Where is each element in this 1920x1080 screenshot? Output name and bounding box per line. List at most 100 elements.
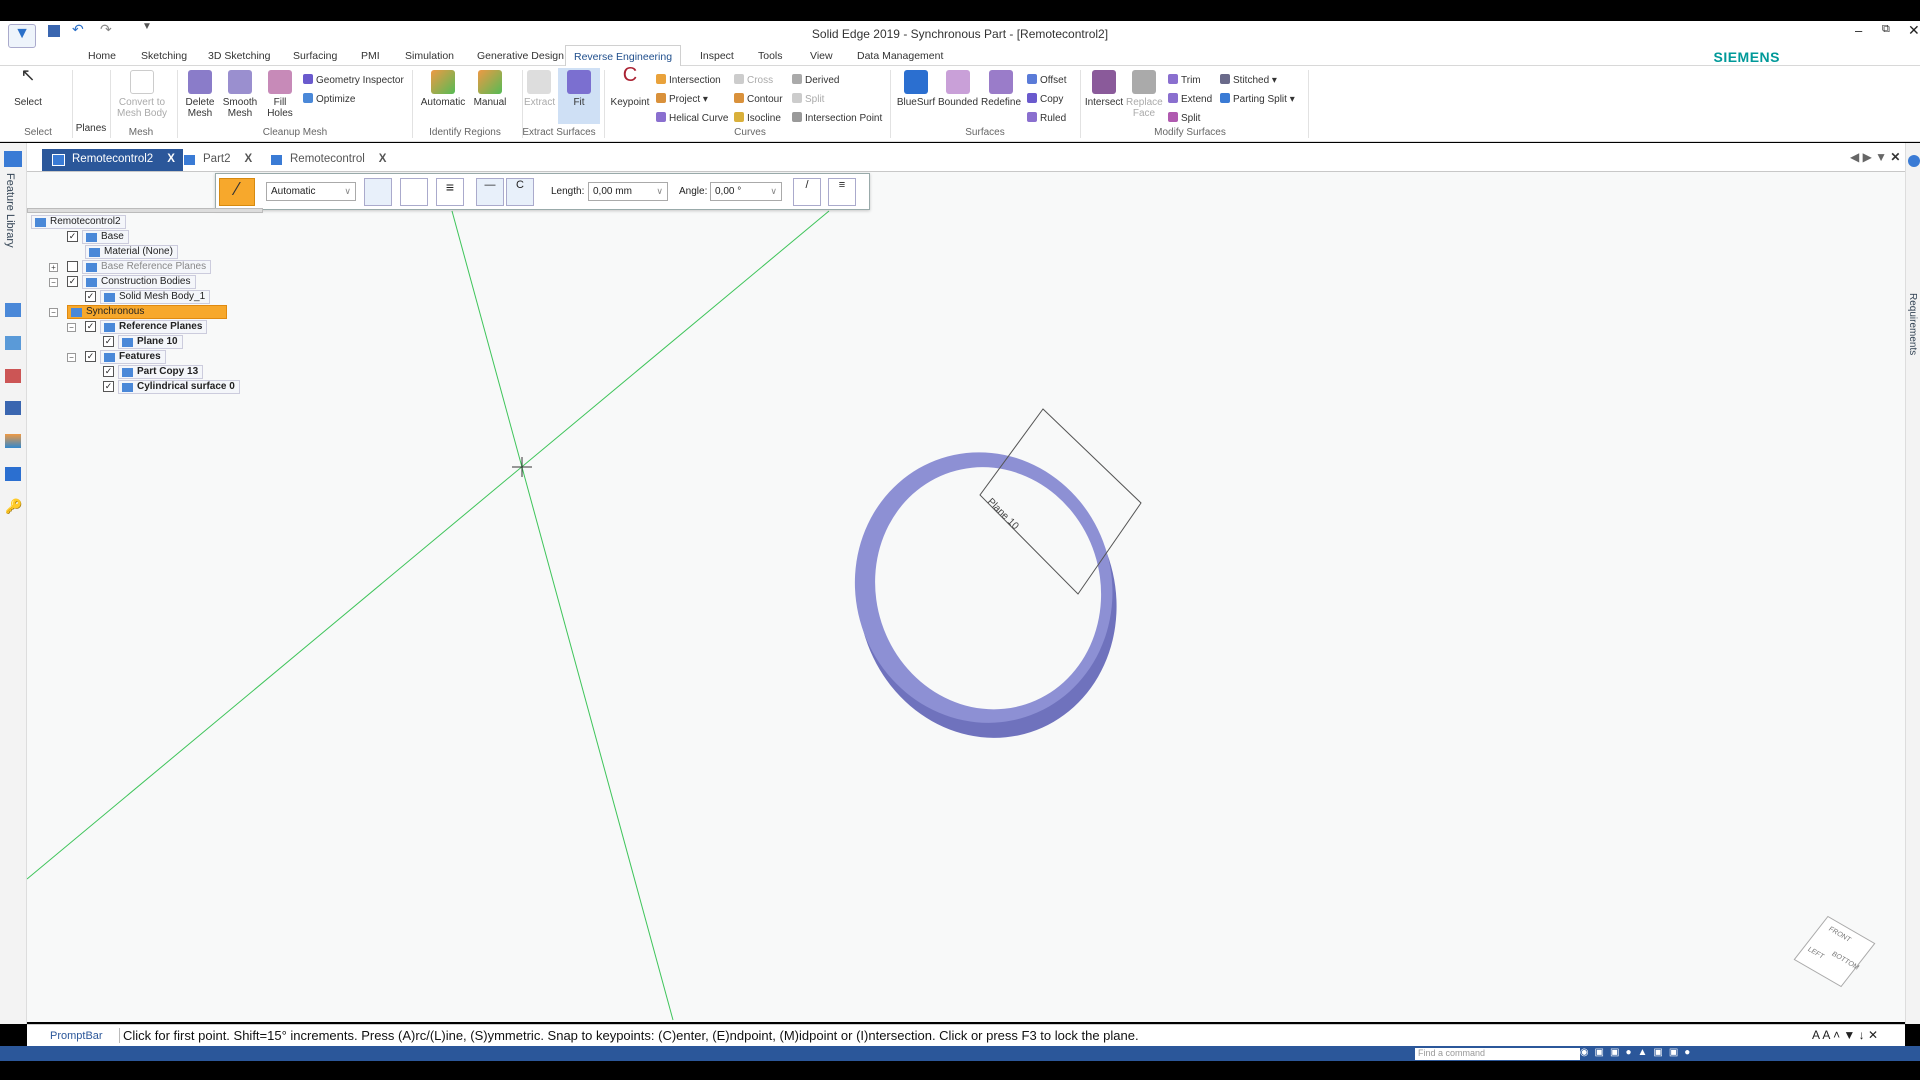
close-window-button[interactable]: ✕ xyxy=(1908,22,1920,39)
requirements-tab[interactable]: Requirements xyxy=(1907,293,1918,355)
planes-button[interactable]: Planes xyxy=(75,110,107,134)
tree-item[interactable]: ✓ Part Copy 13 xyxy=(103,365,204,379)
tab-inspect[interactable]: Inspect xyxy=(692,48,742,66)
tab-home[interactable]: Home xyxy=(80,48,124,66)
tree-item[interactable]: Remotecontrol2 xyxy=(31,215,126,229)
key-icon[interactable]: 🔑 xyxy=(5,498,22,515)
restore-button[interactable]: ⧉ xyxy=(1882,23,1890,36)
color-manager-icon[interactable] xyxy=(5,369,21,383)
tab-3d-sketching[interactable]: 3D Sketching xyxy=(200,48,278,66)
tab-sketching[interactable]: Sketching xyxy=(133,48,195,66)
fit-button[interactable]: Fit xyxy=(558,68,600,124)
visibility-checkbox[interactable]: ✓ xyxy=(67,230,78,242)
tab-view[interactable]: View xyxy=(802,48,841,66)
line-type-button[interactable] xyxy=(400,178,428,206)
convert-mesh-button[interactable]: Convert to Mesh Body xyxy=(112,68,172,119)
tree-item[interactable]: ✓ Base xyxy=(67,230,129,244)
tab-data-management[interactable]: Data Management xyxy=(849,48,951,66)
project-button[interactable]: Project ▾ xyxy=(656,93,708,105)
projection-line-button[interactable]: / xyxy=(793,178,821,206)
doc-tab[interactable]: Part2 X xyxy=(173,149,260,171)
visibility-checkbox[interactable]: ✓ xyxy=(85,350,96,362)
tab-simulation[interactable]: Simulation xyxy=(397,48,462,66)
doc-tab[interactable]: Remotecontrol2 X xyxy=(42,149,183,171)
tree-item[interactable]: ✓ Solid Mesh Body_1 xyxy=(85,290,211,304)
close-tab-icon[interactable]: X xyxy=(379,153,387,165)
sensors-icon[interactable] xyxy=(5,336,21,350)
derived-button[interactable]: Derived xyxy=(792,74,839,86)
pathfinder-icon[interactable] xyxy=(4,151,22,167)
automatic-button[interactable]: Automatic xyxy=(418,68,468,108)
help-icon[interactable] xyxy=(1908,155,1920,167)
pathfinder-splitter[interactable] xyxy=(27,208,263,213)
replace-face-button[interactable]: Replace Face xyxy=(1126,68,1163,119)
cross-button[interactable]: Cross xyxy=(734,74,773,86)
visibility-checkbox[interactable] xyxy=(67,260,78,272)
intersection-button[interactable]: Intersection xyxy=(656,74,721,86)
keypoint-button[interactable]: С Keypoint xyxy=(608,65,652,108)
feature-library-tab[interactable]: Feature Library xyxy=(4,173,16,248)
intersect-button[interactable]: Intersect xyxy=(1084,68,1124,108)
tab-surfacing[interactable]: Surfacing xyxy=(285,48,345,66)
docpane-controls[interactable]: ◀ ▶ ▼ ✕ xyxy=(1850,150,1900,164)
bounded-button[interactable]: Bounded xyxy=(937,68,979,108)
helical-curve-button[interactable]: Helical Curve xyxy=(656,112,728,124)
ruled-button[interactable]: Ruled xyxy=(1027,112,1066,124)
line-width-button[interactable]: ≡ xyxy=(436,178,464,206)
split-surface-button[interactable]: Split xyxy=(1168,112,1200,124)
tab-generative-design[interactable]: Generative Design xyxy=(469,48,572,66)
view-controls-icons[interactable]: ➜▣◉▣▣●▲▣▣● xyxy=(1550,1047,1920,1060)
intersection-point-button[interactable]: Intersection Point xyxy=(792,112,882,124)
mode-dropdown[interactable]: Automatic xyxy=(266,182,356,201)
parting-split-button[interactable]: Parting Split ▾ xyxy=(1220,93,1295,105)
isocline-button[interactable]: Isocline xyxy=(734,112,781,124)
extract-button[interactable]: Extract xyxy=(524,68,555,108)
appearance-icon[interactable] xyxy=(5,434,21,448)
tab-tools[interactable]: Tools xyxy=(750,48,791,66)
angle-input[interactable]: 0,00 ° xyxy=(710,182,782,201)
expand-toggle[interactable]: − xyxy=(67,323,76,332)
arc-mode-button[interactable]: C xyxy=(506,178,534,206)
redefine-button[interactable]: Redefine xyxy=(980,68,1022,108)
tree-item[interactable]: ✓ Features xyxy=(85,350,166,364)
tree-item[interactable]: ✓ Reference Planes xyxy=(85,320,208,334)
tree-item[interactable]: ✓ Cylindrical surface 0 xyxy=(103,380,240,394)
line-tool-button[interactable]: ⁄ xyxy=(219,178,255,206)
display-icon[interactable] xyxy=(5,401,21,415)
tree-item[interactable]: Synchronous xyxy=(67,305,227,319)
expand-toggle[interactable]: + xyxy=(49,263,58,272)
close-tab-icon[interactable]: X xyxy=(245,153,253,165)
visibility-checkbox[interactable]: ✓ xyxy=(103,380,114,392)
tree-item[interactable]: Material (None) xyxy=(85,245,178,259)
3d-viewport[interactable]: Plane 10 FRONT LEFT BOTTOM xyxy=(27,172,1905,1022)
contour-button[interactable]: Contour xyxy=(734,93,783,105)
tree-item[interactable]: ✓ Construction Bodies xyxy=(67,275,196,289)
offset-button[interactable]: Offset xyxy=(1027,74,1067,86)
properties-icon[interactable] xyxy=(5,467,21,481)
more-options-button[interactable]: ≡ xyxy=(828,178,856,206)
expand-toggle[interactable]: − xyxy=(49,278,58,287)
delete-mesh-button[interactable]: Delete Mesh xyxy=(182,68,218,119)
fill-style-button[interactable] xyxy=(364,178,392,206)
bluesurf-button[interactable]: BlueSurf xyxy=(896,68,936,108)
visibility-checkbox[interactable]: ✓ xyxy=(85,290,96,302)
line-mode-button[interactable]: — xyxy=(476,178,504,206)
optimize-button[interactable]: Optimize xyxy=(303,93,355,105)
extend-button[interactable]: Extend xyxy=(1168,93,1212,105)
viewport-graphics[interactable]: Plane 10 xyxy=(27,172,1905,1022)
layers-icon[interactable] xyxy=(5,303,21,317)
stitched-button[interactable]: Stitched ▾ xyxy=(1220,74,1277,86)
trim-button[interactable]: Trim xyxy=(1168,74,1201,86)
smooth-mesh-button[interactable]: Smooth Mesh xyxy=(222,68,258,119)
visibility-checkbox[interactable]: ✓ xyxy=(103,335,114,347)
tree-item[interactable]: Base Reference Planes xyxy=(67,260,212,274)
geometry-inspector-button[interactable]: Geometry Inspector xyxy=(303,74,404,86)
expand-toggle[interactable]: − xyxy=(67,353,76,362)
visibility-checkbox[interactable]: ✓ xyxy=(67,275,78,287)
visibility-checkbox[interactable]: ✓ xyxy=(103,365,114,377)
tree-item[interactable]: ✓ Plane 10 xyxy=(103,335,183,349)
split-curve-button[interactable]: Split xyxy=(792,93,824,105)
manual-button[interactable]: Manual xyxy=(470,68,510,108)
prompt-controls[interactable]: A A ˄ ▼ ↓ ✕ xyxy=(1812,1028,1878,1042)
length-input[interactable]: 0,00 mm xyxy=(588,182,668,201)
